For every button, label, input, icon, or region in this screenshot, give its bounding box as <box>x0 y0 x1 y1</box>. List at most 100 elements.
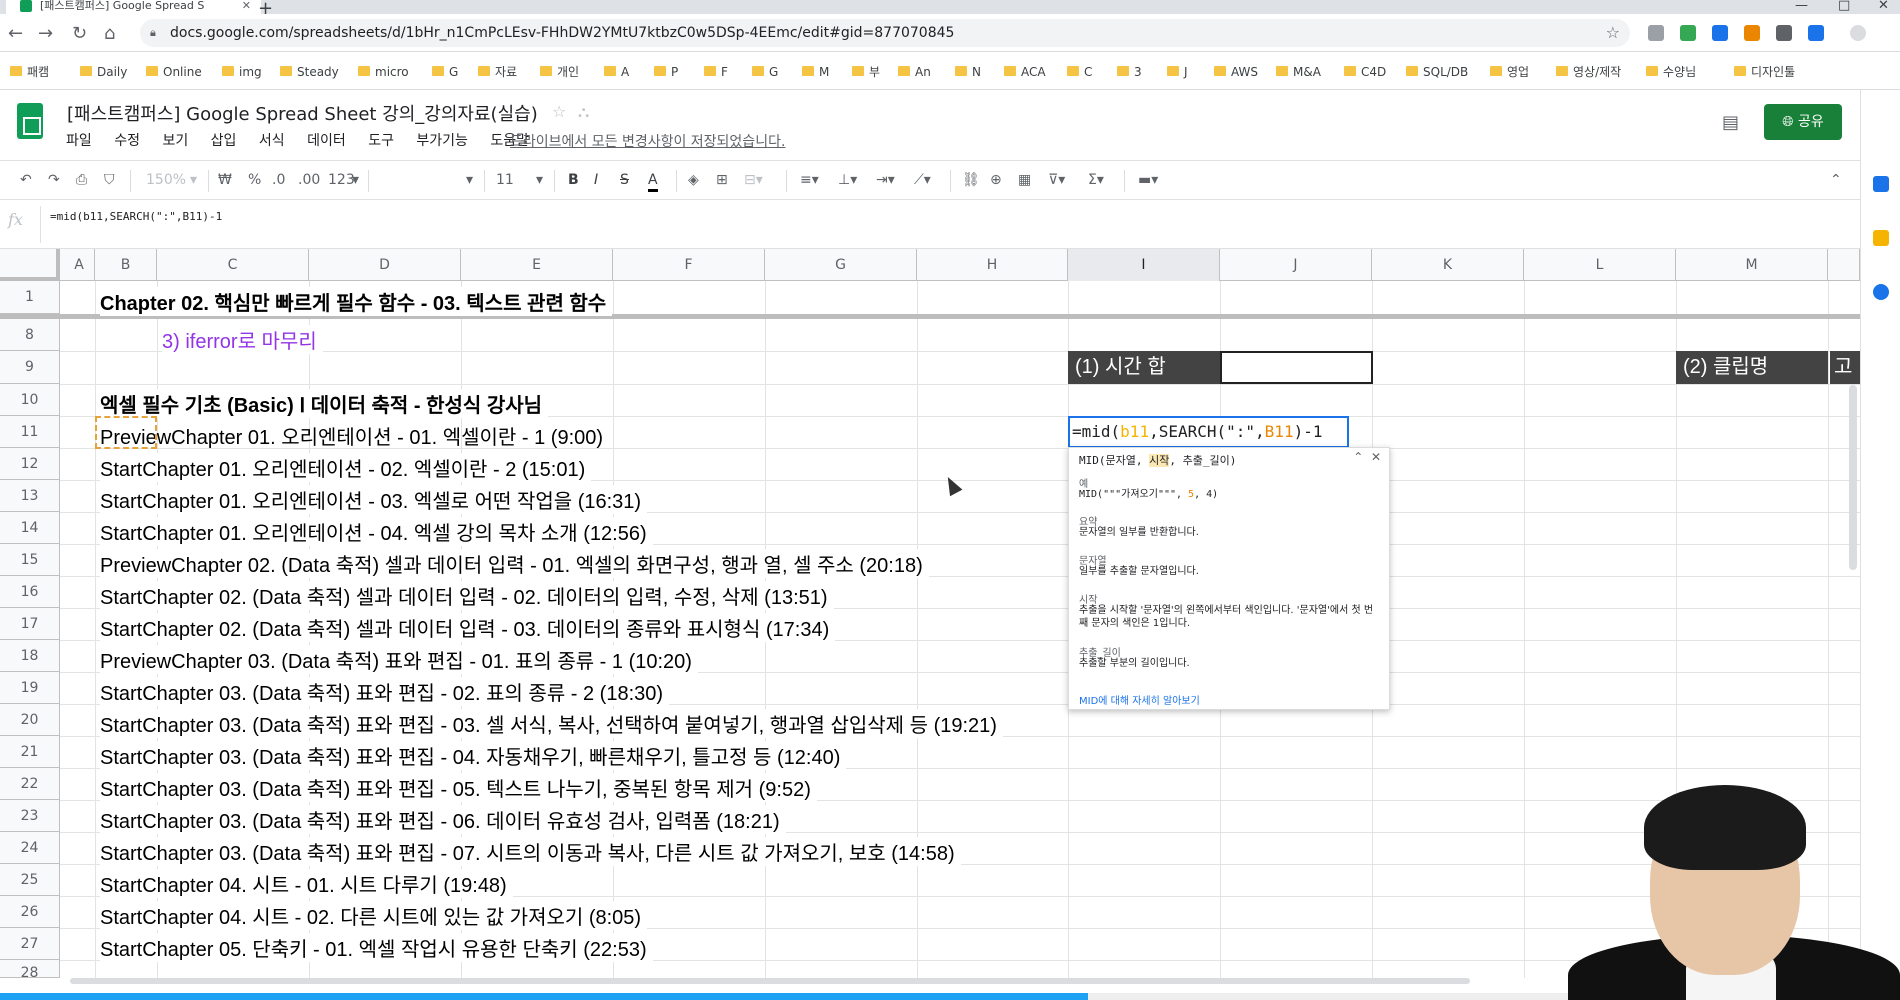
cell-c8[interactable]: 3) iferror로 마무리 <box>162 325 323 354</box>
list-item[interactable]: StartChapter 03. (Data 축적) 표와 편집 - 07. 시… <box>100 837 961 866</box>
bookmark-folder[interactable]: 부 <box>852 64 880 80</box>
column-header-b[interactable]: B <box>95 249 157 281</box>
row-header[interactable]: 23 <box>0 800 60 832</box>
bookmark-folder[interactable]: Online <box>146 64 202 80</box>
column-header-h[interactable]: H <box>917 249 1068 281</box>
column-header-k[interactable]: K <box>1372 249 1524 281</box>
close-tab-icon[interactable]: ✕ <box>242 0 251 12</box>
video-progress-bar[interactable] <box>0 993 1088 1000</box>
increase-decimal-button[interactable]: .00 <box>298 171 320 189</box>
row-header[interactable]: 16 <box>0 576 60 608</box>
close-window-icon[interactable]: ✕ <box>1878 0 1889 13</box>
bookmark-folder[interactable]: 패캠 <box>10 64 49 80</box>
bookmark-folder[interactable]: C4D <box>1344 64 1386 80</box>
menu-file[interactable]: 파일 <box>66 133 92 149</box>
menu-insert[interactable]: 삽입 <box>211 133 237 149</box>
bookmark-folder[interactable]: AWS <box>1214 64 1258 80</box>
bookmark-folder[interactable]: 개인 <box>540 64 579 80</box>
row-header[interactable]: 14 <box>0 512 60 544</box>
row-header[interactable]: 27 <box>0 928 60 960</box>
bold-button[interactable]: B <box>568 171 579 189</box>
fill-color-icon[interactable]: ◈ <box>688 171 699 189</box>
sheets-logo-icon[interactable] <box>17 103 43 139</box>
list-item[interactable]: StartChapter 04. 시트 - 01. 시트 다루기 (19:48) <box>100 869 513 898</box>
close-icon[interactable]: ✕ <box>1371 450 1381 464</box>
redo-icon[interactable]: ↷ <box>48 171 60 189</box>
select-all-corner[interactable] <box>0 249 60 281</box>
insert-link-icon[interactable]: ⛓ <box>962 171 980 189</box>
comment-history-icon[interactable]: ▤ <box>1722 112 1739 133</box>
menu-addons[interactable]: 부가기능 <box>416 133 468 149</box>
bookmark-folder[interactable]: 영상/제작 <box>1556 64 1621 80</box>
column-header-f[interactable]: F <box>613 249 765 281</box>
column-header-c[interactable]: C <box>157 249 309 281</box>
column-header-l[interactable]: L <box>1524 249 1676 281</box>
bookmark-folder[interactable]: ACA <box>1004 64 1046 80</box>
list-item[interactable]: StartChapter 05. 단축키 - 01. 엑셀 작업시 유용한 단축… <box>100 933 653 962</box>
decrease-decimal-button[interactable]: .0 <box>272 171 285 189</box>
row-header[interactable]: 1 <box>0 281 60 314</box>
row-header[interactable]: 8 <box>0 319 60 351</box>
cell-m9-header[interactable]: (2) 클립명 <box>1676 351 1828 384</box>
text-color-button[interactable]: A <box>648 171 658 192</box>
bookmark-folder[interactable]: F <box>704 64 728 80</box>
strikethrough-button[interactable]: S <box>620 171 629 189</box>
bookmark-folder[interactable]: micro <box>358 64 409 80</box>
reload-icon[interactable]: ↻ <box>72 23 87 44</box>
profile-icon[interactable] <box>1850 25 1866 41</box>
row-header[interactable]: 25 <box>0 864 60 896</box>
list-item[interactable]: PreviewChapter 02. (Data 축적) 셀과 데이터 입력 -… <box>100 549 929 578</box>
row-header[interactable]: 22 <box>0 768 60 800</box>
vertical-scrollbar[interactable] <box>1849 385 1857 570</box>
column-header-a[interactable]: A <box>64 249 95 281</box>
row-header[interactable]: 11 <box>0 416 60 448</box>
calendar-icon[interactable] <box>1873 176 1889 192</box>
star-doc-icon[interactable]: ☆ <box>552 102 566 121</box>
more-formats-button[interactable]: 123 <box>328 171 355 189</box>
bookmark-star-icon[interactable]: ☆ <box>1606 19 1620 47</box>
extension-icon[interactable] <box>1648 25 1664 41</box>
column-header-e[interactable]: E <box>461 249 613 281</box>
bookmark-folder[interactable]: 자료 <box>478 64 517 80</box>
bookmark-folder[interactable]: C <box>1067 64 1092 80</box>
menu-edit[interactable]: 수정 <box>114 133 140 149</box>
cell-b1[interactable]: Chapter 02. 핵심만 빠르게 필수 함수 - 03. 텍스트 관련 함… <box>100 287 613 316</box>
list-item[interactable]: StartChapter 02. (Data 축적) 셀과 데이터 입력 - 0… <box>100 613 836 642</box>
home-icon[interactable]: ⌂ <box>104 23 115 44</box>
list-item[interactable]: StartChapter 03. (Data 축적) 표와 편집 - 03. 셀… <box>100 709 1003 738</box>
bookmark-folder[interactable]: Daily <box>80 64 127 80</box>
extension-icon[interactable] <box>1776 25 1792 41</box>
url-input[interactable]: 🔒︎ docs.google.com/spreadsheets/d/1bHr_n… <box>140 19 1630 47</box>
row-header[interactable]: 17 <box>0 608 60 640</box>
column-header-d[interactable]: D <box>309 249 461 281</box>
print-icon[interactable]: ⎙ <box>76 171 87 189</box>
cell-b10[interactable]: 엑셀 필수 기초 (Basic) Ⅰ 데이터 축적 - 한성식 강사님 <box>100 389 549 418</box>
text-rotation-icon[interactable]: ⟋▾ <box>914 171 931 189</box>
bookmark-folder[interactable]: An <box>898 64 931 80</box>
font-size-select[interactable]: 11 <box>496 171 514 189</box>
bookmark-folder[interactable]: M&A <box>1276 64 1321 80</box>
column-header-j[interactable]: J <box>1220 249 1372 281</box>
learn-more-link[interactable]: MID에 대해 자세히 알아보기 <box>1079 692 1200 707</box>
bookmark-folder[interactable]: 디자인툴 <box>1734 64 1795 80</box>
list-item[interactable]: PreviewChapter 01. 오리엔테이션 - 01. 엑셀이란 - 1… <box>100 421 603 450</box>
bookmark-folder[interactable]: N <box>955 64 981 80</box>
row-header[interactable]: 12 <box>0 448 60 480</box>
save-status[interactable]: 드라이브에서 모든 변경사항이 저장되었습니다. <box>510 131 785 151</box>
doc-title[interactable]: [패스트캠퍼스] Google Spread Sheet 강의_강의자료(실습) <box>67 100 538 126</box>
row-header[interactable]: 18 <box>0 640 60 672</box>
cell-i11-editor[interactable]: =mid(b11,SEARCH(":",B11)-1 <box>1068 416 1349 448</box>
back-icon[interactable]: ← <box>8 23 23 44</box>
bookmark-folder[interactable]: 영업 <box>1490 64 1529 80</box>
bookmark-folder[interactable]: 수양님 <box>1646 64 1696 80</box>
formula-input[interactable]: =mid(b11,SEARCH(":",B11)-1 <box>50 210 222 223</box>
filter-icon[interactable]: ⊽▾ <box>1048 171 1065 189</box>
list-item[interactable]: StartChapter 01. 오리엔테이션 - 04. 엑셀 강의 목차 소… <box>100 517 653 546</box>
share-button[interactable]: 🌐︎ 공유 <box>1764 104 1842 140</box>
bookmark-folder[interactable]: A <box>604 64 629 80</box>
row-header[interactable]: 24 <box>0 832 60 864</box>
list-item[interactable]: StartChapter 03. (Data 축적) 표와 편집 - 05. 텍… <box>100 773 817 802</box>
extension-icon[interactable] <box>1712 25 1728 41</box>
maximize-icon[interactable]: □ <box>1838 0 1850 13</box>
row-header[interactable]: 15 <box>0 544 60 576</box>
